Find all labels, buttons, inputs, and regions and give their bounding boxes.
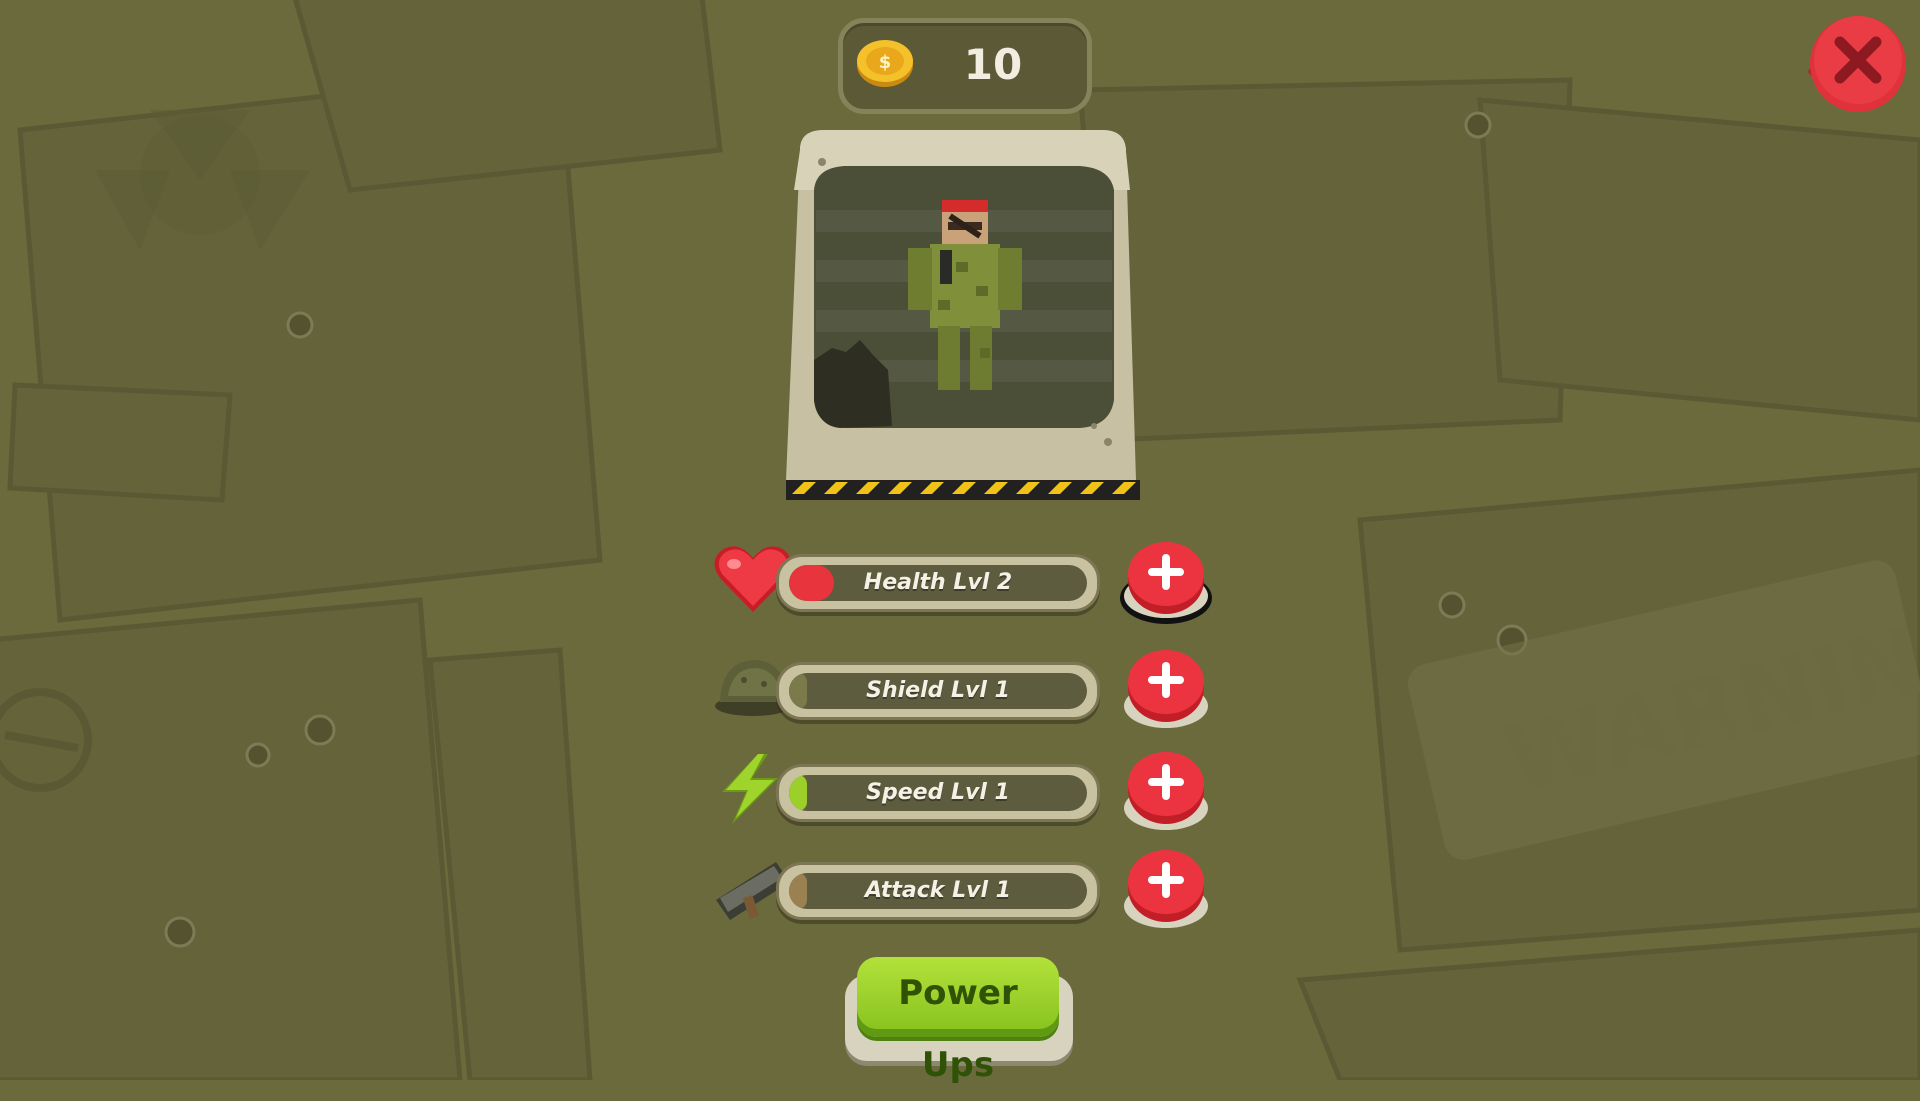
upgrade-health-button[interactable] <box>1116 536 1216 626</box>
upgrade-attack-button[interactable] <box>1116 844 1216 934</box>
speed-level-bar: Speed Lvl 1 <box>776 764 1100 822</box>
speed-label: Speed Lvl 1 <box>866 780 1010 805</box>
coin-counter: $ 10 <box>838 18 1092 114</box>
stat-row-speed: Speed Lvl 1 <box>712 738 1232 834</box>
attack-label: Attack Lvl 1 <box>865 878 1011 903</box>
coin-count: 10 <box>963 40 1023 89</box>
stat-row-health: Health Lvl 2 <box>712 528 1232 624</box>
shield-level-bar: Shield Lvl 1 <box>776 662 1100 720</box>
upgrade-shield-button[interactable] <box>1116 644 1216 734</box>
svg-text:$: $ <box>879 52 892 73</box>
upgrade-speed-button[interactable] <box>1116 746 1216 836</box>
health-level-bar: Health Lvl 2 <box>776 554 1100 612</box>
gold-coin-icon: $ <box>857 40 913 87</box>
health-label: Health Lvl 2 <box>863 570 1013 595</box>
shield-label: Shield Lvl 1 <box>866 678 1010 703</box>
attack-level-bar: Attack Lvl 1 <box>776 862 1100 920</box>
stat-row-attack: Attack Lvl 1 <box>712 836 1232 932</box>
stat-row-shield: Shield Lvl 1 <box>712 636 1232 732</box>
character-portrait <box>786 130 1140 500</box>
close-button[interactable] <box>1798 12 1910 122</box>
power-ups-button[interactable]: Power Ups <box>845 955 1073 1085</box>
power-ups-label: Power Ups <box>898 973 1018 1085</box>
